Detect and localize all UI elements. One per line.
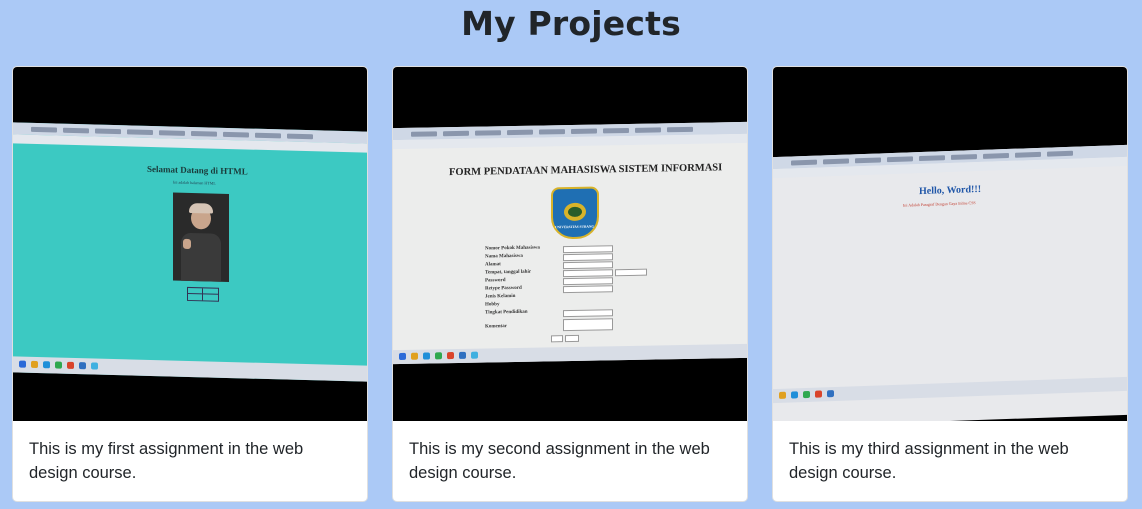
screen-subtext: UNIVERSITAS SUBANG [555, 224, 595, 230]
screen-table [187, 286, 219, 302]
screen-heading: FORM PENDATAAN MAHASISWA SISTEM INFORMAS… [449, 162, 723, 179]
page-title: My Projects [461, 4, 681, 43]
monitor-screen: FORM PENDATAAN MAHASISWA SISTEM INFORMAS… [393, 121, 747, 365]
screen-subtext: Ini Adalah Paragraf Dengan Gaya Inline C… [903, 200, 976, 208]
monitor-screen: Selamat Datang di HTML Ini adalah halama… [13, 122, 367, 382]
screen-subtext: Ini adalah halaman HTML [173, 179, 216, 186]
project-description-2: This is my second assignment in the web … [409, 440, 710, 482]
screen-photo [173, 192, 229, 283]
project-description-1: This is my first assignment in the web d… [29, 440, 304, 482]
project-card-3[interactable]: Hello, Word!!! Ini Adalah Paragraf Denga… [772, 66, 1128, 502]
university-logo-icon [551, 186, 599, 240]
monitor-screen: Hello, Word!!! Ini Adalah Paragraf Denga… [773, 144, 1127, 421]
project-card-1[interactable]: Selamat Datang di HTML Ini adalah halama… [12, 66, 368, 502]
screen-heading: Hello, Word!!! [919, 183, 982, 198]
project-image-3[interactable]: Hello, Word!!! Ini Adalah Paragraf Denga… [773, 67, 1127, 421]
project-image-1[interactable]: Selamat Datang di HTML Ini adalah halama… [13, 67, 367, 421]
project-card-2[interactable]: FORM PENDATAAN MAHASISWA SISTEM INFORMAS… [392, 66, 748, 502]
screen-heading: Selamat Datang di HTML [147, 163, 248, 177]
project-image-2[interactable]: FORM PENDATAAN MAHASISWA SISTEM INFORMAS… [393, 67, 747, 421]
project-description-3: This is my third assignment in the web d… [789, 440, 1069, 482]
